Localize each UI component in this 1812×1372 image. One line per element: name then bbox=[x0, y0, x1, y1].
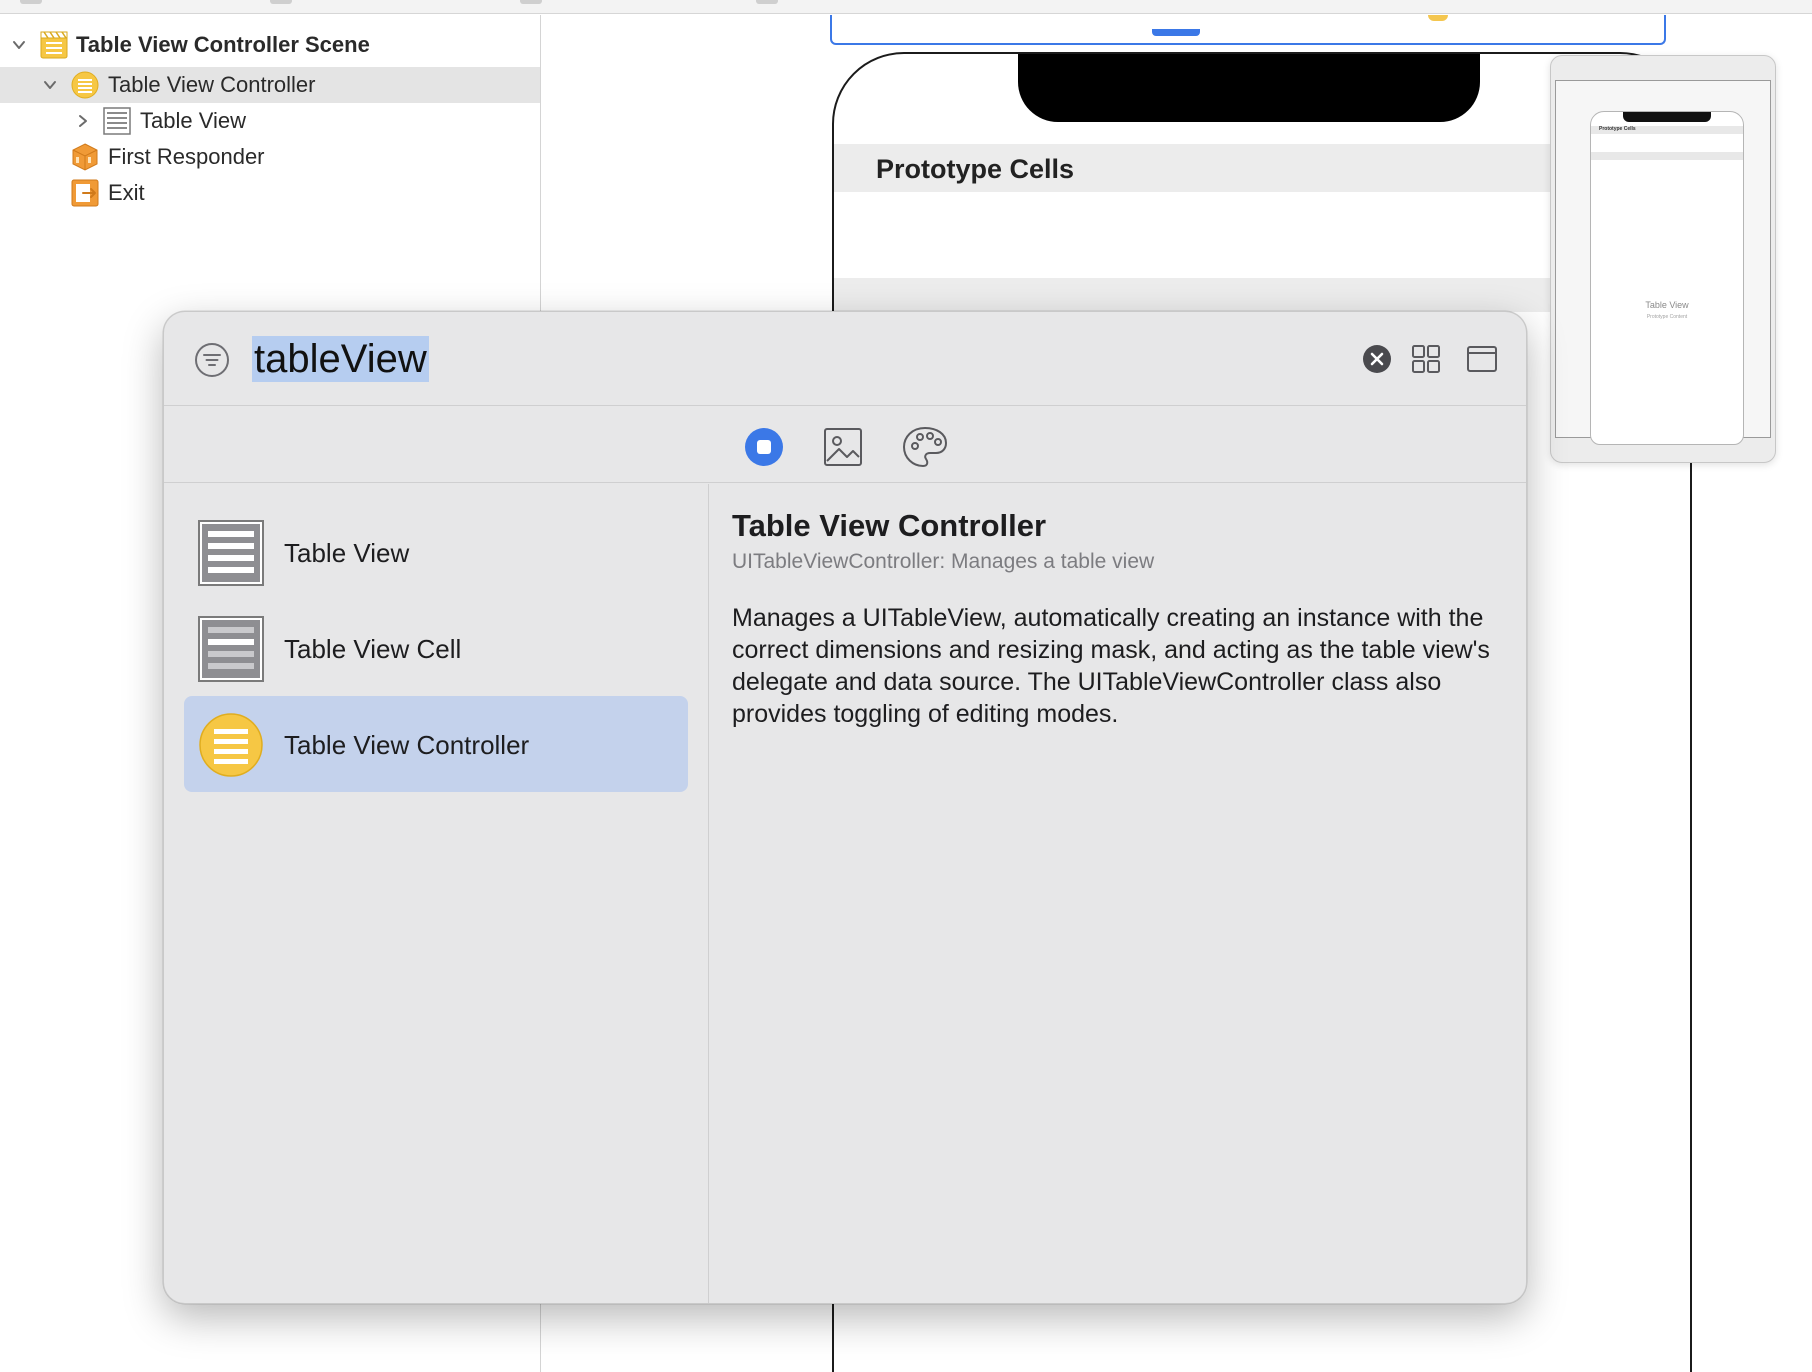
minimap-notch bbox=[1623, 112, 1711, 122]
color-palette-tab-icon[interactable] bbox=[901, 425, 949, 469]
toolbar-tick bbox=[270, 0, 292, 4]
outline-row-first-responder[interactable]: First Responder bbox=[0, 139, 540, 175]
library-item-label: Table View Controller bbox=[284, 730, 530, 760]
chevron-down-icon[interactable] bbox=[43, 78, 57, 92]
table-view-cell-icon bbox=[198, 616, 264, 682]
top-toolbar-strip bbox=[0, 0, 1812, 14]
toolbar-tick bbox=[756, 0, 778, 4]
table-view-icon bbox=[198, 520, 264, 586]
toolbar-tick bbox=[520, 0, 542, 4]
outline-controller-label: Table View Controller bbox=[108, 72, 316, 97]
library-detail-pane: Table View Controller UITableViewControl… bbox=[710, 484, 1526, 1303]
grid-view-icon[interactable] bbox=[1410, 343, 1442, 375]
outline-responder-label: First Responder bbox=[108, 144, 265, 169]
clear-search-icon[interactable] bbox=[1362, 344, 1392, 374]
chevron-right-icon[interactable] bbox=[76, 114, 90, 128]
outline-row-scene[interactable]: Table View Controller Scene bbox=[0, 27, 540, 63]
object-library-popover[interactable]: tableView Table View Table View Cell Tab… bbox=[163, 311, 1527, 1304]
outline-exit-label: Exit bbox=[108, 180, 145, 205]
canvas-minimap[interactable]: Prototype Cells Table View Prototype Con… bbox=[1550, 55, 1776, 463]
prototype-cells-title: Prototype Cells bbox=[876, 154, 1075, 184]
library-item-label: Table View bbox=[284, 538, 410, 568]
table-view-controller-icon bbox=[71, 71, 99, 99]
scene-dock-controller-icon bbox=[1428, 15, 1448, 21]
minimap-viewport: Prototype Cells Table View Prototype Con… bbox=[1555, 80, 1771, 445]
minimap-title: Table View bbox=[1645, 300, 1689, 310]
outline-row-table-view-controller[interactable]: Table View Controller bbox=[0, 67, 540, 103]
detail-description: Manages a UITableView, automatically cre… bbox=[732, 604, 1490, 728]
outline-tableview-label: Table View bbox=[140, 108, 246, 133]
media-tab-icon[interactable] bbox=[823, 427, 863, 467]
detail-title: Table View Controller bbox=[732, 508, 1047, 543]
library-item-table-view-cell[interactable]: Table View Cell bbox=[184, 600, 688, 696]
library-object-list: Table View Table View Cell Table View Co… bbox=[164, 484, 709, 1303]
device-notch bbox=[1018, 54, 1480, 122]
library-segment-tabs bbox=[164, 407, 1526, 483]
minimap-separator bbox=[1591, 152, 1743, 160]
outline-row-exit[interactable]: Exit bbox=[0, 175, 540, 211]
filter-icon[interactable] bbox=[194, 342, 230, 378]
table-view-icon bbox=[103, 107, 131, 135]
detail-pane-icon[interactable] bbox=[1466, 343, 1498, 375]
search-input[interactable]: tableView bbox=[252, 336, 429, 382]
toolbar-tick bbox=[20, 0, 42, 4]
chevron-down-icon[interactable] bbox=[12, 38, 26, 52]
detail-subtitle: UITableViewController: Manages a table v… bbox=[732, 550, 1155, 573]
library-item-table-view[interactable]: Table View bbox=[184, 504, 688, 600]
outline-scene-label: Table View Controller Scene bbox=[76, 32, 370, 57]
library-item-table-view-controller[interactable]: Table View Controller bbox=[184, 696, 688, 792]
exit-icon bbox=[71, 179, 99, 207]
scene-dock-tab bbox=[1152, 29, 1200, 36]
objects-tab-icon[interactable] bbox=[744, 427, 784, 467]
scene-icon bbox=[40, 31, 68, 59]
minimap-subtitle: Prototype Content bbox=[1646, 314, 1688, 320]
selected-scene-frame bbox=[830, 15, 1666, 45]
minimap-header-text: Prototype Cells bbox=[1599, 126, 1636, 132]
minimap-phone: Prototype Cells Table View Prototype Con… bbox=[1590, 111, 1744, 445]
first-responder-icon bbox=[71, 143, 99, 171]
table-view-controller-icon bbox=[198, 712, 264, 778]
library-search-bar: tableView bbox=[164, 312, 1526, 406]
outline-row-table-view[interactable]: Table View bbox=[0, 103, 540, 139]
library-item-label: Table View Cell bbox=[284, 634, 462, 664]
